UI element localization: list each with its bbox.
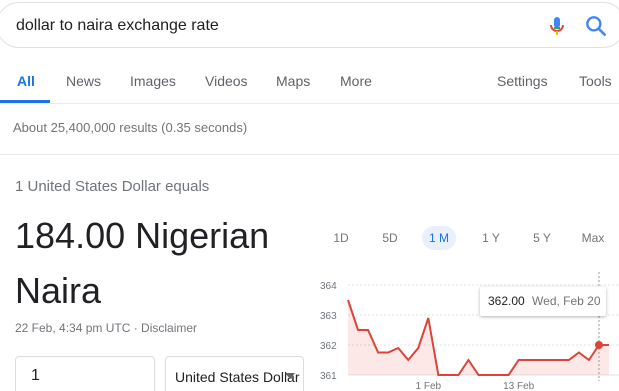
- range-5y[interactable]: 5 Y: [527, 226, 557, 250]
- rate-timestamp: 22 Feb, 4:34 pm UTC · Disclaimer: [15, 321, 198, 335]
- search-bar[interactable]: dollar to naira exchange rate: [0, 2, 619, 48]
- currency-value: United States Dollar: [175, 369, 300, 385]
- amount-value: 1: [31, 367, 40, 384]
- y-tick-label: 363: [320, 311, 337, 322]
- tab-settings[interactable]: Settings: [497, 73, 548, 89]
- tab-maps[interactable]: Maps: [276, 73, 310, 89]
- range-max[interactable]: Max: [577, 226, 609, 250]
- converted-rate: 184.00 Nigerian Naira: [15, 208, 315, 318]
- tab-videos[interactable]: Videos: [205, 73, 248, 89]
- microphone-icon[interactable]: [545, 14, 569, 38]
- search-tabs: All News Images Videos Maps More Setting…: [0, 58, 619, 104]
- y-tick-label: 361: [320, 371, 337, 382]
- divider: [0, 154, 619, 155]
- range-1d[interactable]: 1D: [327, 226, 355, 250]
- range-1m[interactable]: 1 M: [422, 226, 456, 250]
- tab-tools[interactable]: Tools: [579, 73, 612, 89]
- active-tab-indicator: [0, 100, 50, 103]
- equals-label: 1 United States Dollar equals: [15, 178, 210, 195]
- search-icon[interactable]: [583, 13, 609, 39]
- y-tick-label: 362: [320, 341, 337, 352]
- x-tick-label: 13 Feb: [503, 381, 535, 391]
- y-tick-label: 364: [320, 281, 337, 292]
- amount-field[interactable]: 1: [15, 356, 155, 391]
- chevron-down-icon: [285, 373, 295, 379]
- tab-more[interactable]: More: [340, 73, 372, 89]
- currency-select[interactable]: United States Dollar: [165, 356, 304, 391]
- chart-tooltip: 362.00 Wed, Feb 20: [480, 287, 606, 316]
- hover-point: [594, 341, 603, 349]
- x-tick-label: 1 Feb: [416, 381, 442, 391]
- tab-images[interactable]: Images: [130, 73, 176, 89]
- tab-all[interactable]: All: [17, 73, 35, 89]
- tooltip-date: Wed, Feb 20: [532, 294, 601, 308]
- range-1y[interactable]: 1 Y: [476, 226, 506, 250]
- range-5d[interactable]: 5D: [375, 226, 405, 250]
- results-stats: About 25,400,000 results (0.35 seconds): [13, 120, 248, 135]
- rate-line-2: Naira: [15, 270, 102, 311]
- tab-news[interactable]: News: [66, 73, 101, 89]
- tooltip-value: 362.00: [488, 294, 525, 308]
- rate-line-1: 184.00 Nigerian: [15, 215, 270, 256]
- search-input[interactable]: dollar to naira exchange rate: [16, 17, 219, 35]
